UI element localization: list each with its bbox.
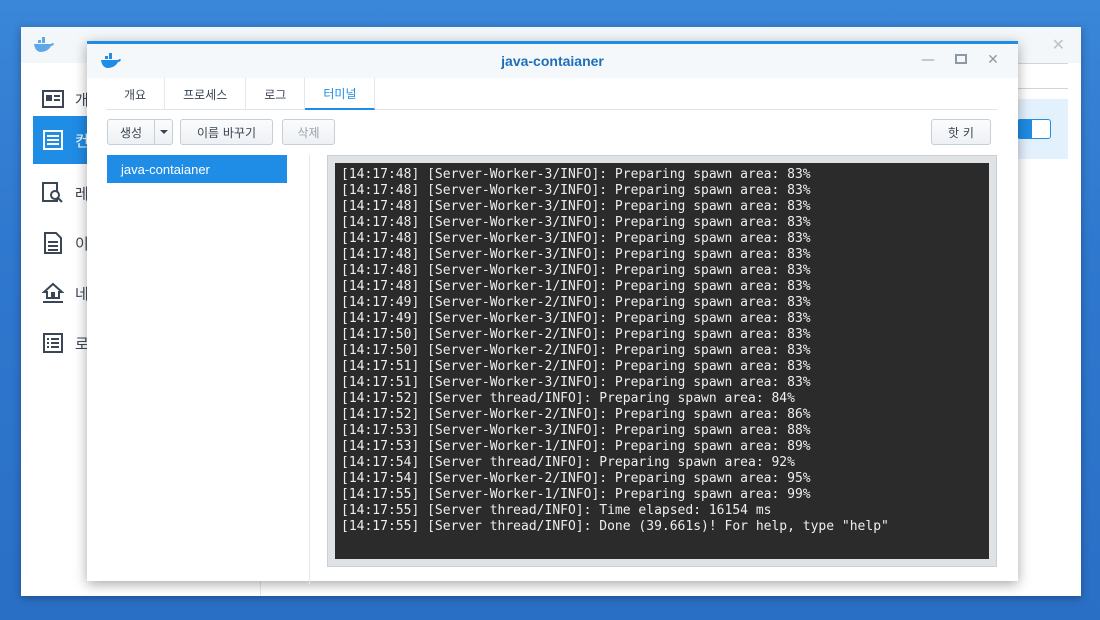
- terminal-line: [14:17:55] [Server-Worker-1/INFO]: Prepa…: [341, 487, 811, 502]
- container-list-icon: [41, 128, 65, 152]
- terminal-line: [14:17:50] [Server-Worker-2/INFO]: Prepa…: [341, 343, 811, 358]
- container-detail-dialog: java-contaianer — ✕ 개요 프로세스 로그 터미널 생성 이름…: [87, 41, 1018, 584]
- terminal-line: [14:17:53] [Server-Worker-3/INFO]: Prepa…: [341, 423, 811, 438]
- panel-divider: [309, 155, 310, 584]
- close-icon[interactable]: ✕: [983, 50, 1003, 70]
- terminal-frame: [14:17:48] [Server-Worker-3/INFO]: Prepa…: [327, 155, 997, 567]
- tab-log[interactable]: 로그: [246, 78, 306, 110]
- tab-overview[interactable]: 개요: [106, 78, 166, 110]
- create-dropdown-button[interactable]: [154, 119, 173, 145]
- background-search-input[interactable]: [1016, 63, 1068, 89]
- hotkey-button[interactable]: 핫 키: [931, 119, 991, 145]
- rename-button[interactable]: 이름 바꾸기: [180, 119, 273, 145]
- terminal-line: [14:17:49] [Server-Worker-3/INFO]: Prepa…: [341, 311, 811, 326]
- create-button[interactable]: 생성: [107, 119, 155, 145]
- terminal-line: [14:17:51] [Server-Worker-3/INFO]: Prepa…: [341, 375, 811, 390]
- overview-card-icon: [41, 87, 65, 111]
- terminal-line: [14:17:50] [Server-Worker-2/INFO]: Prepa…: [341, 327, 811, 342]
- session-list-item[interactable]: java-contaianer: [107, 155, 287, 183]
- minimize-icon[interactable]: —: [918, 50, 938, 70]
- terminal-line: [14:17:48] [Server-Worker-3/INFO]: Prepa…: [341, 215, 811, 230]
- dialog-title: java-contaianer: [501, 53, 604, 69]
- dialog-tabs: 개요 프로세스 로그 터미널: [106, 78, 997, 110]
- terminal-line: [14:17:54] [Server thread/INFO]: Prepari…: [341, 455, 795, 470]
- maximize-icon[interactable]: [951, 50, 971, 70]
- dialog-titlebar[interactable]: java-contaianer — ✕: [87, 44, 1018, 78]
- tab-process[interactable]: 프로세스: [165, 78, 247, 110]
- terminal-line: [14:17:48] [Server-Worker-3/INFO]: Prepa…: [341, 167, 811, 182]
- create-split-button: 생성: [107, 119, 173, 145]
- chevron-down-icon: [159, 130, 168, 134]
- network-house-icon: [41, 281, 65, 305]
- terminal-line: [14:17:48] [Server-Worker-3/INFO]: Prepa…: [341, 247, 811, 262]
- terminal-line: [14:17:48] [Server-Worker-1/INFO]: Prepa…: [341, 279, 811, 294]
- terminal-line: [14:17:49] [Server-Worker-2/INFO]: Prepa…: [341, 295, 811, 310]
- registry-search-icon: [41, 181, 65, 205]
- image-doc-icon: [41, 231, 65, 255]
- terminal-line: [14:17:51] [Server-Worker-2/INFO]: Prepa…: [341, 359, 811, 374]
- terminal-line: [14:17:48] [Server-Worker-3/INFO]: Prepa…: [341, 231, 811, 246]
- terminal-line: [14:17:52] [Server thread/INFO]: Prepari…: [341, 391, 795, 406]
- terminal-line: [14:17:53] [Server-Worker-1/INFO]: Prepa…: [341, 439, 811, 454]
- session-list: java-contaianer: [107, 155, 287, 183]
- terminal-output[interactable]: [14:17:48] [Server-Worker-3/INFO]: Prepa…: [335, 163, 989, 559]
- log-list-icon: [41, 331, 65, 355]
- terminal-line: [14:17:52] [Server-Worker-2/INFO]: Prepa…: [341, 407, 811, 422]
- delete-button[interactable]: 삭제: [282, 119, 335, 145]
- terminal-line: [14:17:55] [Server thread/INFO]: Time el…: [341, 503, 772, 518]
- terminal-line: [14:17:48] [Server-Worker-3/INFO]: Prepa…: [341, 199, 811, 214]
- background-close-icon[interactable]: ✕: [1052, 35, 1065, 54]
- terminal-line: [14:17:48] [Server-Worker-3/INFO]: Prepa…: [341, 183, 811, 198]
- terminal-line: [14:17:55] [Server thread/INFO]: Done (3…: [341, 519, 889, 534]
- docker-whale-icon: [34, 37, 54, 52]
- tab-terminal[interactable]: 터미널: [305, 78, 376, 110]
- background-toggle-switch[interactable]: [1017, 119, 1051, 139]
- terminal-line: [14:17:54] [Server-Worker-2/INFO]: Prepa…: [341, 471, 811, 486]
- terminal-line: [14:17:48] [Server-Worker-3/INFO]: Prepa…: [341, 263, 811, 278]
